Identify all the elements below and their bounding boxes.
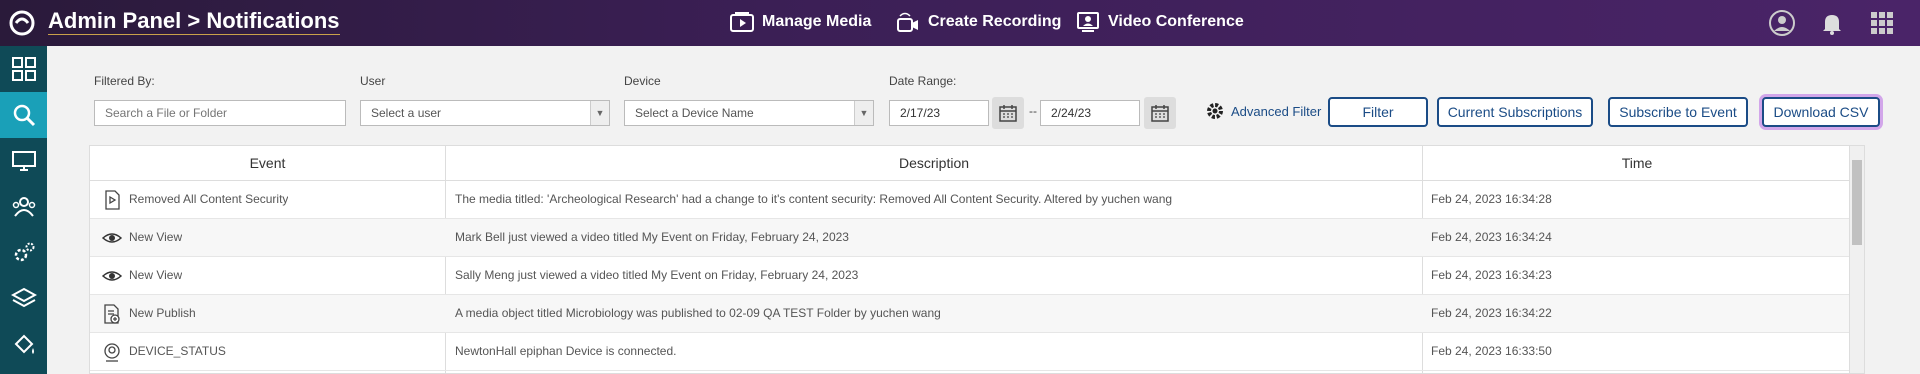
time-cell: Feb 24, 2023 16:34:28 (1431, 192, 1552, 206)
file-search-input[interactable] (94, 100, 346, 126)
user-select[interactable]: Select a user ▼ (360, 100, 610, 126)
user-select-value: Select a user (371, 106, 442, 120)
time-cell: Feb 24, 2023 16:33:50 (1431, 344, 1552, 358)
layers-icon (10, 287, 37, 308)
table-row[interactable]: New Publish A media object titled Microb… (90, 295, 1864, 333)
device-select[interactable]: Select a Device Name ▼ (624, 100, 874, 126)
device-select-value: Select a Device Name (635, 106, 754, 120)
filtered-by-label: Filtered By: (94, 74, 155, 88)
current-subscriptions-button[interactable]: Current Subscriptions (1437, 97, 1593, 127)
description-cell: The media titled: 'Archeological Researc… (455, 192, 1173, 206)
advanced-filter-link[interactable]: Advanced Filter (1205, 101, 1321, 121)
logo-icon[interactable] (8, 9, 36, 37)
event-cell: DEVICE_STATUS (129, 344, 226, 358)
description-cell: Sally Meng just viewed a video titled My… (455, 268, 859, 282)
monitor-icon (11, 151, 36, 171)
media-icon (730, 12, 754, 32)
device-label: Device (624, 74, 661, 88)
calendar-icon (1151, 105, 1169, 122)
date-to-input[interactable]: 2/24/23 (1040, 100, 1140, 126)
event-cell: Removed All Content Security (129, 192, 289, 206)
filter-button[interactable]: Filter (1328, 97, 1428, 127)
header-actions (1768, 9, 1896, 37)
eye-icon (102, 233, 122, 243)
camera-icon (897, 12, 918, 32)
paint-bucket-icon (14, 334, 34, 354)
user-label: User (360, 74, 386, 88)
sidebar (0, 46, 47, 374)
publish-icon (104, 304, 120, 324)
table-header: Event Description Time (90, 146, 1864, 181)
event-cell: New View (129, 230, 183, 244)
device-status-icon (104, 343, 120, 362)
search-icon (13, 104, 35, 127)
nav-video-conference[interactable]: Video Conference (1076, 11, 1244, 33)
top-bar: Admin Panel > Notifications Manage Media… (0, 0, 1920, 46)
event-cell: New Publish (129, 306, 196, 320)
sidebar-item-dashboard[interactable] (0, 46, 47, 92)
page-title: Admin Panel > Notifications (48, 8, 340, 35)
subscribe-to-event-button[interactable]: Subscribe to Event (1608, 97, 1748, 127)
column-header-event[interactable]: Event (90, 146, 445, 180)
content-security-icon (105, 190, 120, 210)
table-row[interactable]: DEVICE_STATUS NewtonHall epiphan Device … (90, 333, 1864, 371)
users-icon (12, 197, 35, 217)
time-cell: Feb 24, 2023 16:34:22 (1431, 306, 1552, 320)
apps-grid-icon[interactable] (1868, 9, 1896, 37)
sidebar-item-layers[interactable] (0, 276, 47, 322)
description-cell: Mark Bell just viewed a video titled My … (455, 230, 849, 244)
sidebar-item-search[interactable] (0, 92, 47, 138)
event-cell: New View (129, 268, 183, 282)
user-icon[interactable] (1768, 9, 1796, 37)
table-row[interactable]: Removed All Content Security The media t… (90, 181, 1864, 219)
table-row[interactable]: New View Mark Bell just viewed a video t… (90, 219, 1864, 257)
calendar-icon (999, 105, 1017, 122)
settings-icon (14, 242, 34, 262)
column-header-description[interactable]: Description (446, 146, 1422, 180)
description-cell: NewtonHall epiphan Device is connected. (455, 344, 677, 358)
nav-label: Create Recording (928, 13, 1062, 30)
description-cell: A media object titled Microbiology was p… (455, 306, 941, 320)
nav-label: Manage Media (762, 13, 872, 30)
time-cell: Feb 24, 2023 16:34:24 (1431, 230, 1552, 244)
chevron-down-icon: ▼ (854, 101, 873, 125)
scrollbar-thumb[interactable] (1852, 160, 1862, 245)
gear-icon (1207, 103, 1223, 119)
dashboard-icon (11, 57, 36, 81)
bell-icon[interactable] (1818, 9, 1846, 37)
table-row[interactable]: New View Sally Meng just viewed a video … (90, 257, 1864, 295)
sidebar-item-monitor[interactable] (0, 138, 47, 184)
nav-label: Video Conference (1108, 13, 1244, 30)
chevron-down-icon: ▼ (590, 101, 609, 125)
date-from-input[interactable]: 2/17/23 (889, 100, 989, 126)
video-conference-icon (1077, 12, 1099, 32)
nav-manage-media[interactable]: Manage Media (730, 11, 871, 33)
column-header-time[interactable]: Time (1423, 146, 1851, 180)
nav-create-recording[interactable]: Create Recording (896, 11, 1061, 33)
date-separator: -- (1029, 104, 1037, 118)
table-scrollbar[interactable] (1849, 146, 1864, 373)
eye-icon (102, 271, 122, 281)
notifications-table: Event Description Time Removed All Conte… (89, 145, 1865, 374)
calendar-from-button[interactable] (992, 97, 1024, 129)
advanced-filter-label: Advanced Filter (1231, 103, 1322, 119)
time-cell: Feb 24, 2023 16:34:23 (1431, 268, 1552, 282)
download-csv-button[interactable]: Download CSV (1762, 97, 1880, 127)
sidebar-item-theme[interactable] (0, 322, 47, 368)
sidebar-item-users[interactable] (0, 184, 47, 230)
date-range-label: Date Range: (889, 74, 957, 88)
sidebar-item-settings[interactable] (0, 230, 47, 276)
calendar-to-button[interactable] (1144, 97, 1176, 129)
